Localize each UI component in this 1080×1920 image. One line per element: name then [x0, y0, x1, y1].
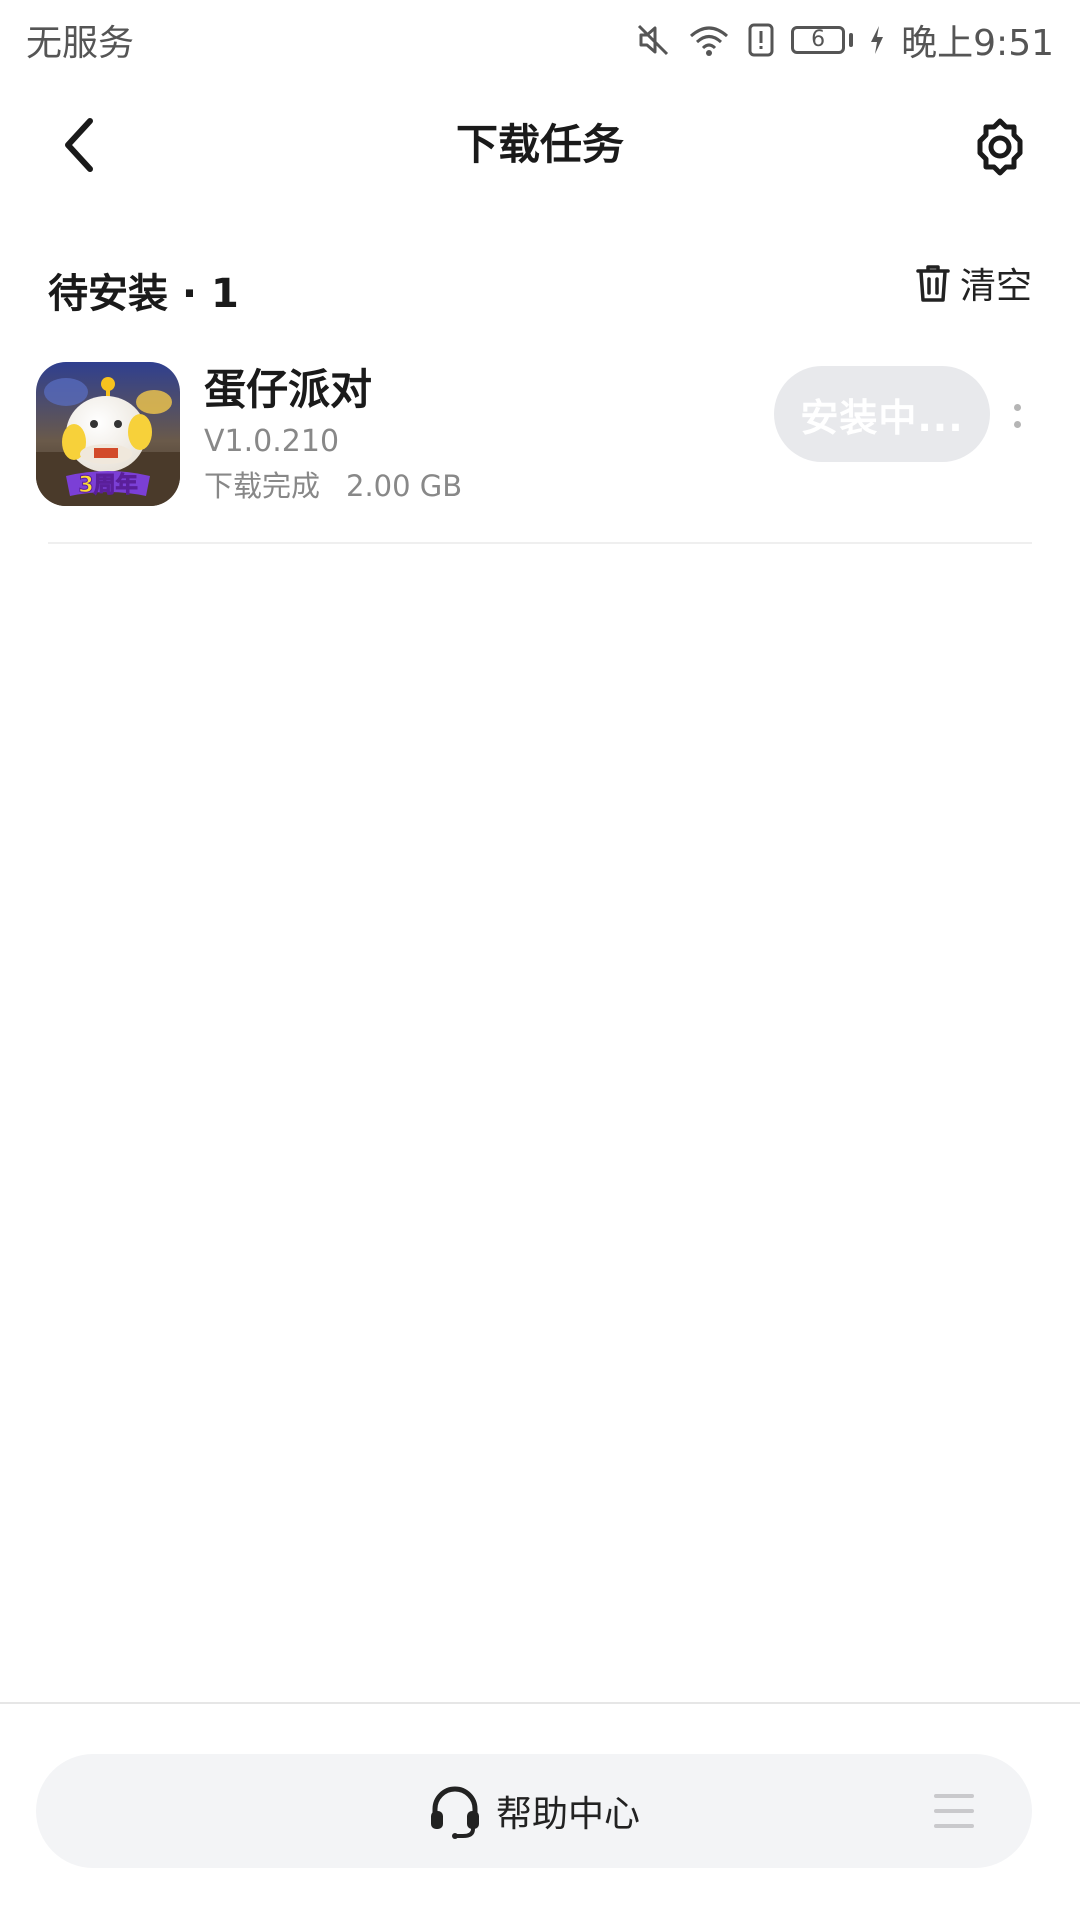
charging-icon [869, 25, 885, 55]
more-dot-icon [1013, 404, 1021, 411]
carrier-label: 无服务 [26, 23, 135, 64]
help-center-label: 帮助中心 [495, 1794, 640, 1835]
clear-button[interactable]: 清空 [916, 257, 1032, 309]
app-version: V1.0.210 [204, 424, 340, 459]
app-info: 蛋仔派对 V1.0.210 下载完成 2.00 GB [204, 362, 462, 508]
section-title: 待安装 · 1 [48, 271, 239, 317]
headset-icon [430, 1786, 479, 1839]
status-bar: 无服务 6 晚上9:51 [0, 0, 1080, 80]
list-item[interactable]: 3周年 蛋仔派对 V1.0.210 下载完成 2.00 GB 安装中... [36, 362, 1032, 542]
divider [0, 1702, 1080, 1704]
clear-label: 清空 [959, 266, 1032, 307]
divider [48, 542, 1032, 544]
bottom-bar: 帮助中心 [36, 1754, 1032, 1868]
alert-icon [747, 22, 775, 58]
icon-badge-label: 3周年 [78, 472, 137, 498]
trash-icon [916, 265, 950, 302]
menu-icon[interactable] [934, 1794, 974, 1828]
header: 下载任务 [0, 95, 1080, 195]
battery-icon: 6 [791, 26, 854, 54]
settings-button[interactable] [968, 115, 1032, 179]
battery-level: 6 [791, 26, 846, 54]
clock: 晚上9:51 [901, 23, 1054, 64]
mute-icon [635, 22, 671, 58]
gear-icon [977, 118, 1023, 176]
download-status: 下载完成 [204, 469, 321, 503]
wifi-icon [687, 22, 731, 58]
more-options-button[interactable] [1002, 396, 1032, 436]
app-status-line: 下载完成 2.00 GB [204, 464, 462, 508]
page-title: 下载任务 [455, 120, 624, 169]
section-header: 待安装 · 1 清空 [48, 255, 1032, 325]
app-icon[interactable]: 3周年 [36, 362, 180, 506]
status-icons: 6 晚上9:51 [635, 14, 1054, 66]
file-size: 2.00 GB [346, 469, 463, 503]
app-name: 蛋仔派对 [204, 365, 373, 414]
install-button[interactable]: 安装中... [774, 366, 990, 462]
help-center-button[interactable]: 帮助中心 [36, 1754, 1032, 1868]
more-dot-icon [1013, 421, 1021, 428]
